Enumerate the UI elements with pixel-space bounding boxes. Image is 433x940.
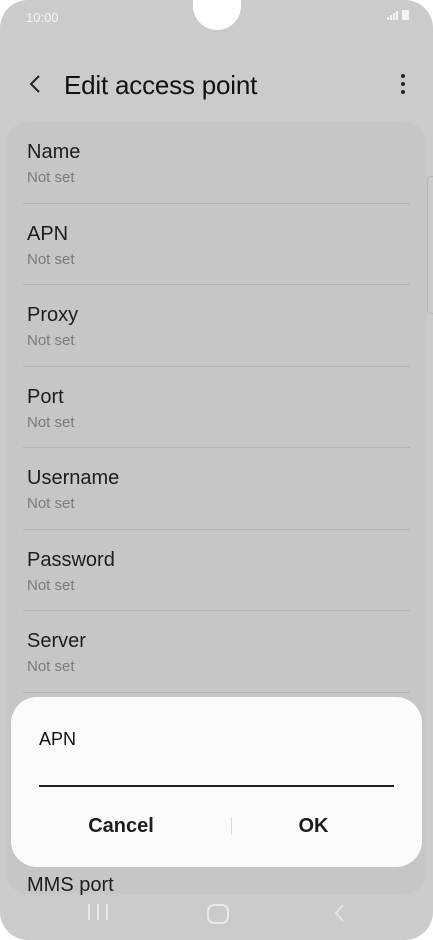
list-item-name[interactable]: Name Not set [6,122,427,204]
list-item-value: Not set [27,576,75,594]
list-item-server[interactable]: Server Not set [6,611,427,693]
status-icons [387,10,409,20]
list-item-password[interactable]: Password Not set [6,530,427,611]
list-item-label: APN [27,222,69,245]
page-title: Edit access point [64,70,258,100]
status-time: 10:00 [26,10,59,25]
list-item-label: Server [27,630,86,652]
list-item-value: Not set [27,658,75,675]
list-item-username[interactable]: Username Not set [6,448,427,530]
recents-button[interactable] [88,904,108,922]
ok-button[interactable]: OK [231,809,396,843]
dialog-actions: Cancel OK [11,809,422,843]
list-item-label: Name [27,141,81,163]
list-item-proxy[interactable]: Proxy Not set [6,285,427,367]
cancel-button[interactable]: Cancel [11,809,231,843]
nav-back-button[interactable] [332,903,348,923]
list-item-apn[interactable]: APN Not set [6,204,427,285]
dialog-title: APN [39,729,77,749]
list-item-value: Not set [27,413,75,431]
app-bar: Edit access point [0,60,433,112]
phone-screen: 10:00 Edit access point Name Not set APN… [0,0,433,940]
list-item-value: Not set [27,169,75,186]
list-item-label: Proxy [27,304,79,326]
apn-input[interactable] [39,759,394,787]
divider [23,691,410,693]
scroll-indicator[interactable] [427,176,433,314]
list-item-label: Password [27,548,115,571]
apn-dialog: APN Cancel OK [11,697,422,867]
back-icon [334,904,344,922]
status-bar: 10:00 [0,0,433,34]
list-item-port[interactable]: Port Not set [6,367,427,448]
list-item-value: Not set [27,495,75,512]
list-item-label: Port [27,385,64,408]
more-options-button[interactable] [399,72,407,96]
battery-icon [402,10,409,20]
signal-icon [387,11,398,20]
back-button[interactable] [24,72,48,96]
navigation-bar [0,885,433,940]
list-item-label: Username [27,467,120,489]
settings-list: Name Not set APN Not set Proxy Not set P… [6,122,427,693]
home-button[interactable] [207,904,229,924]
recents-icon [88,904,90,920]
chevron-left-icon [29,75,40,93]
more-vertical-icon [401,74,405,78]
list-item-value: Not set [27,332,75,349]
list-item-value: Not set [27,250,75,268]
